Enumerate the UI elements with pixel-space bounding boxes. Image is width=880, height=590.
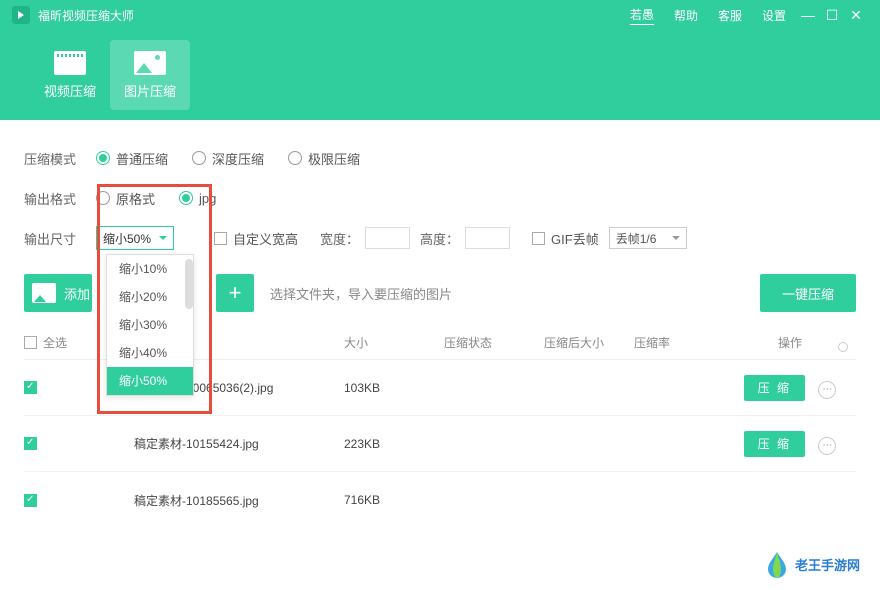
chevron-down-icon (159, 236, 167, 240)
format-label: 输出格式 (24, 189, 96, 208)
maximize-button[interactable]: ☐ (820, 7, 844, 24)
radio-extreme-compress[interactable]: 极限压缩 (288, 149, 360, 168)
file-size: 223KB (344, 437, 444, 451)
col-after: 压缩后大小 (544, 334, 634, 351)
select-all-label: 全选 (43, 334, 67, 351)
height-input[interactable] (465, 227, 510, 249)
row-checkbox[interactable] (24, 494, 37, 507)
select-all-checkbox[interactable] (24, 336, 37, 349)
row-indicator-icon (838, 342, 848, 352)
row-output-size: 输出尺寸 缩小50% 自定义宽高 宽度： 高度： GIF丢帧 丢帧1/6 (24, 218, 856, 258)
table-row: 稿定素材-10185565.jpg 716KB (24, 472, 856, 528)
nav-link-help[interactable]: 帮助 (674, 7, 698, 24)
mode-label: 压缩模式 (24, 149, 96, 168)
dropdown-option[interactable]: 缩小50% (107, 367, 193, 395)
app-title: 福昕视频压缩大师 (38, 7, 134, 24)
file-size: 716KB (344, 493, 444, 507)
size-select-value: 缩小50% (103, 230, 151, 247)
dropdown-option[interactable]: 缩小40% (107, 339, 193, 367)
width-label: 宽度： (320, 229, 359, 248)
app-logo-icon (12, 6, 30, 24)
size-label: 输出尺寸 (24, 229, 96, 248)
radio-normal-compress[interactable]: 普通压缩 (96, 149, 168, 168)
row-checkbox[interactable] (24, 437, 37, 450)
dropdown-option[interactable]: 缩小30% (107, 311, 193, 339)
tab-video-compress[interactable]: 视频压缩 (30, 40, 110, 110)
row-output-format: 输出格式 原格式 jpg (24, 178, 856, 218)
image-icon (134, 51, 166, 75)
compress-all-button[interactable]: 一键压缩 (760, 274, 856, 312)
size-dropdown[interactable]: 缩小10% 缩小20% 缩小30% 缩小40% 缩小50% (106, 254, 194, 396)
nav-link-ruoyu[interactable]: 若愚 (630, 6, 654, 25)
main-tabs: 视频压缩 图片压缩 (0, 30, 880, 120)
file-name: 稿定素材-10155424.jpg (134, 435, 344, 452)
nav-link-support[interactable]: 客服 (718, 7, 742, 24)
watermark: 老王手游网 (765, 550, 860, 578)
add-file-button[interactable]: 添加 (24, 274, 92, 312)
width-input[interactable] (365, 227, 410, 249)
watermark-text: 老王手游网 (795, 555, 860, 574)
col-status: 压缩状态 (444, 334, 544, 351)
image-icon (32, 283, 56, 303)
folder-hint: 选择文件夹，导入要压缩的图片 (270, 284, 452, 303)
gif-drop-label: GIF丢帧 (551, 229, 599, 248)
dropdown-option[interactable]: 缩小10% (107, 255, 193, 283)
dropdown-scrollbar[interactable] (185, 259, 193, 309)
minimize-button[interactable]: — (796, 7, 820, 23)
col-size: 大小 (344, 334, 444, 351)
dropdown-option[interactable]: 缩小20% (107, 283, 193, 311)
video-icon (54, 51, 86, 75)
checkbox-custom-wh[interactable] (214, 232, 227, 245)
file-name: 稿定素材-10185565.jpg (134, 492, 344, 509)
row-compress-mode: 压缩模式 普通压缩 深度压缩 极限压缩 (24, 138, 856, 178)
row-checkbox[interactable] (24, 381, 37, 394)
frame-drop-select[interactable]: 丢帧1/6 (609, 227, 687, 249)
drop-icon (765, 550, 789, 578)
close-button[interactable]: ✕ (844, 7, 868, 24)
add-file-label: 添加 (64, 284, 90, 303)
more-button[interactable]: ⋯ (818, 437, 836, 455)
table-row: 稿定素材-10155424.jpg 223KB 压 缩 ⋯ (24, 416, 856, 472)
col-op: 操作 (724, 334, 856, 351)
radio-deep-compress[interactable]: 深度压缩 (192, 149, 264, 168)
more-button[interactable]: ⋯ (818, 381, 836, 399)
checkbox-gif-drop[interactable] (532, 232, 545, 245)
tab-image-label: 图片压缩 (124, 81, 176, 100)
chevron-down-icon (672, 236, 680, 240)
tab-image-compress[interactable]: 图片压缩 (110, 40, 190, 110)
radio-jpg-format[interactable]: jpg (179, 191, 216, 206)
titlebar: 福昕视频压缩大师 若愚 帮助 客服 设置 — ☐ ✕ (0, 0, 880, 30)
radio-original-format[interactable]: 原格式 (96, 189, 155, 208)
col-rate: 压缩率 (634, 334, 724, 351)
compress-button[interactable]: 压 缩 (744, 375, 805, 401)
height-label: 高度： (420, 229, 459, 248)
compress-button[interactable]: 压 缩 (744, 431, 805, 457)
custom-wh-label: 自定义宽高 (233, 229, 298, 248)
add-folder-button[interactable]: + (216, 274, 254, 312)
tab-video-label: 视频压缩 (44, 81, 96, 100)
nav-link-settings[interactable]: 设置 (762, 7, 786, 24)
file-size: 103KB (344, 381, 444, 395)
frame-drop-value: 丢帧1/6 (616, 230, 657, 247)
size-select[interactable]: 缩小50% (96, 226, 174, 250)
